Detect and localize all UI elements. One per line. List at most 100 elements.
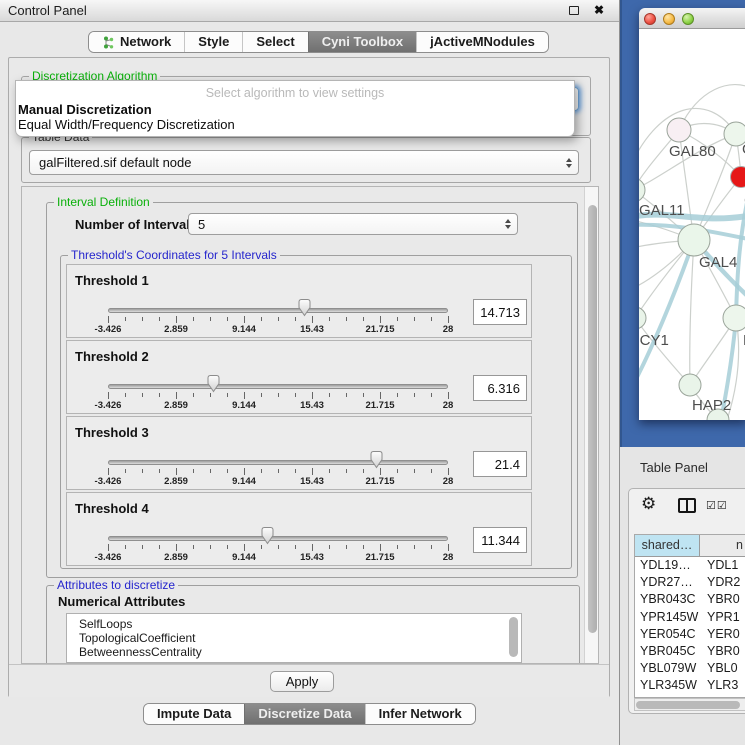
slider-tick-label: 2.859: [164, 476, 188, 487]
minimize-traffic-light[interactable]: [663, 13, 675, 25]
slider-tick-label: -3.426: [95, 324, 122, 335]
table-header-name[interactable]: n: [700, 535, 745, 556]
table-row[interactable]: YDR27…YDR2: [635, 574, 745, 591]
table-hscrollbar-track[interactable]: [634, 698, 745, 711]
tab-infer-network[interactable]: Infer Network: [365, 704, 475, 724]
cell-name[interactable]: YPR1: [700, 609, 745, 626]
cell-shared-name[interactable]: YBR045C: [635, 643, 700, 660]
cell-name[interactable]: YBL0: [700, 660, 745, 677]
table-row[interactable]: YDL19…YDL1: [635, 557, 745, 574]
network-node-hap2[interactable]: [679, 374, 701, 396]
network-node-label: HAP2: [692, 397, 731, 414]
apply-button[interactable]: Apply: [270, 671, 334, 692]
network-node-h[interactable]: [723, 305, 745, 331]
cell-shared-name[interactable]: YPR145W: [635, 609, 700, 626]
zoom-traffic-light[interactable]: [682, 13, 694, 25]
network-node-gcy1[interactable]: [639, 307, 646, 329]
app-root: Control Panel ✖ NetworkStyleSelectCyni T…: [0, 0, 745, 745]
attribute-item-betweennesscentrality[interactable]: BetweennessCentrality: [67, 645, 521, 659]
close-traffic-light[interactable]: [644, 13, 656, 25]
slider-tick: [414, 317, 415, 321]
tab-label: Discretize Data: [258, 704, 351, 724]
dropdown-placeholder-item[interactable]: Select algorithm to view settings: [16, 86, 574, 100]
threshold-value-field[interactable]: 14.713: [473, 299, 527, 325]
algorithm-dropdown-popup: Select algorithm to view settings Manual…: [15, 80, 575, 137]
dropdown-option-manual-discretization[interactable]: Manual Discretization: [18, 102, 152, 117]
slider-tick: [227, 545, 228, 549]
slider-track[interactable]: [108, 460, 448, 465]
tab-impute-data[interactable]: Impute Data: [144, 704, 244, 724]
table-row[interactable]: YBR045CYBR0: [635, 643, 745, 660]
main-scrollbar-thumb[interactable]: [588, 205, 597, 633]
tab-jactivemnodules[interactable]: jActiveMNodules: [416, 32, 548, 52]
close-icon[interactable]: ✖: [594, 3, 604, 17]
slider-track[interactable]: [108, 384, 448, 389]
table-row[interactable]: YPR145WYPR1: [635, 609, 745, 626]
slider-tick: [312, 544, 313, 551]
tab-cyni-toolbox[interactable]: Cyni Toolbox: [308, 32, 416, 52]
slider-thumb[interactable]: [206, 374, 221, 393]
attribute-item-selfloops[interactable]: SelfLoops: [67, 617, 521, 631]
threshold-value-field[interactable]: 6.316: [473, 375, 527, 401]
float-window-icon[interactable]: [569, 6, 579, 15]
slider-thumb[interactable]: [260, 526, 275, 545]
slider-thumb[interactable]: [369, 450, 384, 469]
slider-track[interactable]: [108, 536, 448, 541]
cell-name[interactable]: YBR0: [700, 591, 745, 608]
list-scrollbar-thumb[interactable]: [509, 617, 518, 657]
network-node-gal4[interactable]: [678, 224, 710, 256]
attributes-group-title: Attributes to discretize: [54, 578, 178, 592]
threshold-value-field[interactable]: 11.344: [473, 527, 527, 553]
cell-shared-name[interactable]: YBR043C: [635, 591, 700, 608]
slider-tick: [380, 544, 381, 551]
cell-name[interactable]: YDL1: [700, 557, 745, 574]
threshold-value-field[interactable]: 21.4: [473, 451, 527, 477]
cell-name[interactable]: YER0: [700, 626, 745, 643]
network-view-background: GAL80GACGAL11GAL4GCY1HHAP2: [620, 0, 745, 447]
cell-shared-name[interactable]: YBL079W: [635, 660, 700, 677]
slider-tick: [261, 469, 262, 473]
table-header-shared-name[interactable]: shared…: [635, 535, 700, 556]
table-row[interactable]: YBR043CYBR0: [635, 591, 745, 608]
cell-shared-name[interactable]: YER054C: [635, 626, 700, 643]
cell-name[interactable]: YDR2: [700, 574, 745, 591]
tab-label: Network: [120, 32, 171, 52]
table-row[interactable]: YBL079WYBL0: [635, 660, 745, 677]
cell-name[interactable]: YLR3: [700, 677, 745, 694]
slider-tick-label: 28: [443, 552, 454, 563]
split-columns-icon[interactable]: [678, 498, 696, 513]
table-row[interactable]: YER054CYER0: [635, 626, 745, 643]
tab-label: Select: [256, 32, 294, 52]
cell-shared-name[interactable]: YLR345W: [635, 677, 700, 694]
cell-shared-name[interactable]: YDL19…: [635, 557, 700, 574]
dropdown-option-equal-width-frequency-discretization[interactable]: Equal Width/Frequency Discretization: [18, 117, 235, 132]
table-panel-title: Table Panel: [640, 460, 708, 475]
tab-discretize-data[interactable]: Discretize Data: [244, 704, 364, 724]
attribute-item-topologicalcoefficient[interactable]: TopologicalCoefficient: [67, 631, 521, 645]
slider-track[interactable]: [108, 308, 448, 313]
network-node-gal80[interactable]: [667, 118, 691, 142]
network-node-red[interactable]: [731, 167, 745, 188]
slider-tick-label: 15.43: [300, 324, 324, 335]
table-row[interactable]: YLR345WYLR3: [635, 677, 745, 694]
gear-icon[interactable]: ⚙: [641, 494, 656, 514]
network-node-label: GAL80: [669, 143, 716, 160]
slider-thumb[interactable]: [297, 298, 312, 317]
tab-select[interactable]: Select: [242, 32, 307, 52]
slider-tick: [363, 317, 364, 321]
table-data-combobox[interactable]: galFiltered.sif default node: [29, 150, 579, 175]
slider-tick-label: 28: [443, 324, 454, 335]
select-columns-icon[interactable]: ☑☑: [706, 499, 728, 512]
slider-tick-label: -3.426: [95, 552, 122, 563]
slider-tick: [346, 393, 347, 397]
numerical-attributes-list[interactable]: SelfLoopsTopologicalCoefficientBetweenne…: [66, 613, 522, 663]
main-scrollbar-track[interactable]: [584, 187, 599, 664]
cell-shared-name[interactable]: YDR27…: [635, 574, 700, 591]
tab-network[interactable]: Network: [89, 32, 184, 52]
cell-name[interactable]: YBR0: [700, 643, 745, 660]
network-canvas[interactable]: GAL80GACGAL11GAL4GCY1HHAP2: [639, 29, 745, 420]
threshold-1-panel: Threshold 1-3.4262.8599.14415.4321.71528…: [66, 264, 532, 338]
tab-style[interactable]: Style: [184, 32, 242, 52]
table-hscrollbar-thumb[interactable]: [636, 701, 740, 709]
number-of-intervals-combobox[interactable]: 5: [188, 213, 518, 235]
